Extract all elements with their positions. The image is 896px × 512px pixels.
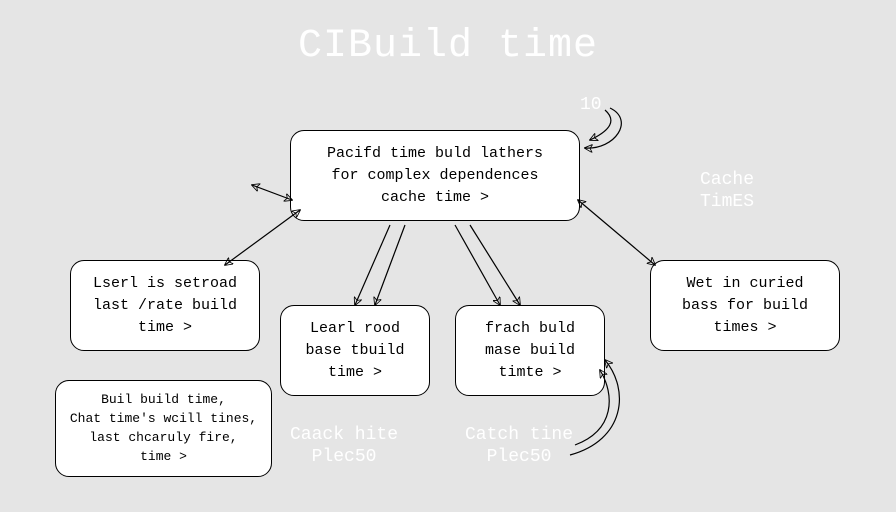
node-left-lower: Buil build time, Chat time's wcill tines… bbox=[55, 380, 272, 477]
node-right: Wet in curied bass for build times > bbox=[650, 260, 840, 351]
label-cache-times-1: Cache bbox=[700, 170, 754, 190]
label-caack-1: Caack hite bbox=[290, 425, 398, 445]
node-left-upper-l2: last /rate build bbox=[85, 295, 245, 317]
node-left-upper: Lserl is setroad last /rate build time > bbox=[70, 260, 260, 351]
node-right-l3: times > bbox=[665, 317, 825, 339]
node-right-l1: Wet in curied bbox=[665, 273, 825, 295]
node-left-upper-l3: time > bbox=[85, 317, 245, 339]
node-mid2: frach buld mase build timte > bbox=[455, 305, 605, 396]
node-left-lower-l1: Buil build time, bbox=[66, 391, 261, 410]
annotation-number: 10 bbox=[580, 95, 602, 117]
node-left-lower-l3: last chcaruly fire, bbox=[66, 429, 261, 448]
node-mid2-l3: timte > bbox=[470, 362, 590, 384]
node-right-l2: bass for build bbox=[665, 295, 825, 317]
node-central-l1: Pacifd time buld lathers bbox=[305, 143, 565, 165]
node-central-l2: for complex dependences bbox=[305, 165, 565, 187]
node-mid1-l1: Learl rood bbox=[295, 318, 415, 340]
node-left-upper-l1: Lserl is setroad bbox=[85, 273, 245, 295]
label-caack-2: Plec50 bbox=[312, 447, 377, 467]
node-mid2-l1: frach buld bbox=[470, 318, 590, 340]
label-cache-times-2: TimES bbox=[700, 192, 754, 212]
node-mid2-l2: mase build bbox=[470, 340, 590, 362]
node-mid1: Learl rood base tbuild time > bbox=[280, 305, 430, 396]
node-mid1-l3: time > bbox=[295, 362, 415, 384]
page-title: CIBuild time bbox=[0, 24, 896, 69]
node-left-lower-l4: time > bbox=[66, 448, 261, 467]
node-central-l3: cache time > bbox=[305, 187, 565, 209]
label-catch-1: Catch tine bbox=[465, 425, 573, 445]
node-left-lower-l2: Chat time's wcill tines, bbox=[66, 410, 261, 429]
node-central: Pacifd time buld lathers for complex dep… bbox=[290, 130, 580, 221]
label-catch-2: Plec50 bbox=[487, 447, 552, 467]
node-mid1-l2: base tbuild bbox=[295, 340, 415, 362]
